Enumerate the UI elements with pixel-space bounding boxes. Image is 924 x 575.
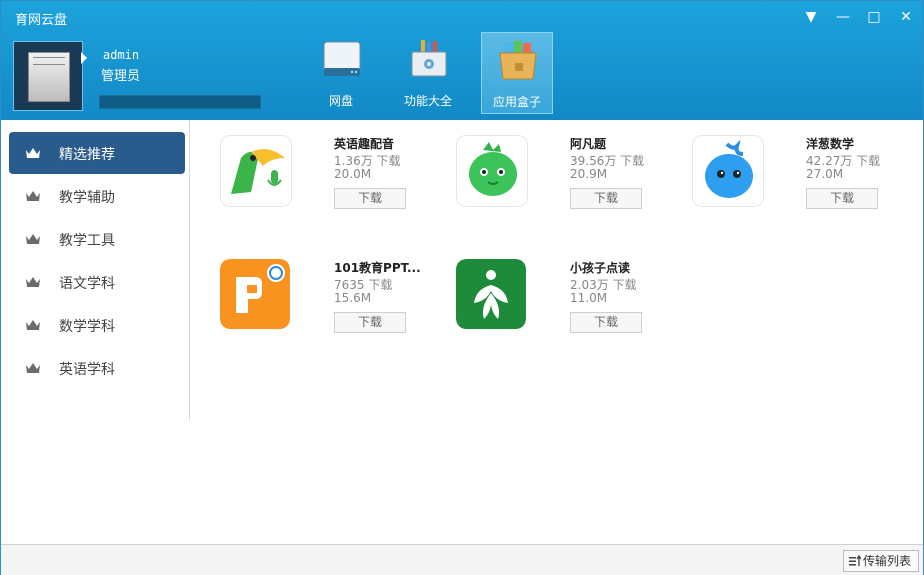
green-dino-icon <box>469 142 517 196</box>
avatar[interactable] <box>13 41 83 111</box>
blue-onion-icon <box>705 139 753 198</box>
crown-icon <box>26 191 40 201</box>
app-size: 27.0M <box>806 167 844 181</box>
menu-dropdown-button[interactable]: ▼ <box>800 7 822 27</box>
server-icon <box>28 52 70 102</box>
toolbox-icon <box>411 40 447 77</box>
sidebar-item-chinese[interactable]: 语文学科 <box>9 261 185 303</box>
app-size: 11.0M <box>570 291 608 305</box>
sidebar-item-label: 语文学科 <box>59 276 115 292</box>
parrot-icon <box>231 149 285 194</box>
username: admin <box>103 48 140 62</box>
app-card: 101教育PPT... 7635 下载 15.6M 下载 <box>220 259 450 369</box>
sidebar: 精选推荐 教学辅助 教学工具 语文学科 数学学科 英语学科 <box>1 120 190 420</box>
app-icon[interactable] <box>220 135 292 207</box>
download-button[interactable]: 下载 <box>570 312 642 333</box>
download-button[interactable]: 下载 <box>570 188 642 209</box>
app-size: 20.9M <box>570 167 608 181</box>
app-card: 英语趣配音 1.36万 下载 20.0M 下载 <box>220 135 450 245</box>
app-name: 小孩子点读 <box>570 261 631 275</box>
app-icon[interactable] <box>456 259 526 329</box>
app-name: 阿凡题 <box>570 137 607 151</box>
app-icon[interactable] <box>456 135 528 207</box>
sidebar-item-math[interactable]: 数学学科 <box>9 304 185 346</box>
sidebar-item-label: 精选推荐 <box>59 147 115 163</box>
sidebar-item-label: 教学工具 <box>59 233 115 249</box>
app-icon[interactable] <box>220 259 290 329</box>
maximize-button[interactable]: □ <box>863 7 885 27</box>
window-title: 育网云盘 <box>15 13 68 28</box>
storage-quota-fill <box>100 96 260 108</box>
crown-icon <box>26 363 40 373</box>
storage-quota-bar <box>99 95 261 109</box>
nav-toolbox-label: 功能大全 <box>403 94 452 108</box>
app-name: 101教育PPT... <box>334 261 421 275</box>
app-card: 阿凡题 39.56万 下载 20.9M 下载 <box>456 135 686 245</box>
download-button[interactable]: 下载 <box>334 188 406 209</box>
sidebar-item-label: 英语学科 <box>59 362 115 378</box>
transfer-list-icon <box>849 555 861 566</box>
app-name: 洋葱数学 <box>806 137 855 151</box>
crown-icon <box>26 148 40 158</box>
nav-disk-label: 网盘 <box>328 94 353 108</box>
download-button[interactable]: 下载 <box>806 188 878 209</box>
app-icon[interactable] <box>692 135 764 207</box>
sidebar-item-featured[interactable]: 精选推荐 <box>9 132 185 174</box>
transfer-list-button[interactable]: 传输列表 <box>843 550 919 572</box>
close-button[interactable]: ✕ <box>895 7 917 27</box>
disk-icon <box>323 41 361 76</box>
nav-toolbox[interactable]: 功能大全 <box>393 32 463 112</box>
header-bar: 育网云盘 ▼ — □ ✕ admin 管理员 网盘 功能大全 应用盒子 <box>1 1 923 120</box>
sidebar-item-teaching-aid[interactable]: 教学辅助 <box>9 175 185 217</box>
user-role: 管理员 <box>101 69 141 84</box>
app-window: 育网云盘 ▼ — □ ✕ admin 管理员 网盘 功能大全 应用盒子 精选推荐… <box>0 0 924 575</box>
caret-right-icon <box>81 52 87 64</box>
sidebar-item-english[interactable]: 英语学科 <box>9 347 185 389</box>
app-size: 20.0M <box>334 167 372 181</box>
green-leaf-person-icon <box>456 259 526 329</box>
app-box-icon <box>499 41 537 80</box>
download-button[interactable]: 下载 <box>334 312 406 333</box>
sidebar-item-label: 教学辅助 <box>59 190 115 206</box>
app-name: 英语趣配音 <box>334 137 395 151</box>
crown-icon <box>26 277 40 287</box>
sidebar-item-label: 数学学科 <box>59 319 115 335</box>
crown-icon <box>26 234 40 244</box>
orange-p-icon <box>220 259 290 329</box>
nav-app-box[interactable]: 应用盒子 <box>481 32 553 114</box>
crown-icon <box>26 320 40 330</box>
app-size: 15.6M <box>334 291 372 305</box>
sidebar-item-teaching-tools[interactable]: 教学工具 <box>9 218 185 260</box>
status-bar: 传输列表 <box>1 544 923 575</box>
nav-disk[interactable]: 网盘 <box>306 32 376 112</box>
app-card: 小孩子点读 2.03万 下载 11.0M 下载 <box>456 259 686 369</box>
transfer-list-label: 传输列表 <box>863 554 912 568</box>
minimize-button[interactable]: — <box>832 7 854 27</box>
nav-app-box-label: 应用盒子 <box>492 95 541 109</box>
app-card: 洋葱数学 42.27万 下载 27.0M 下载 <box>692 135 922 245</box>
